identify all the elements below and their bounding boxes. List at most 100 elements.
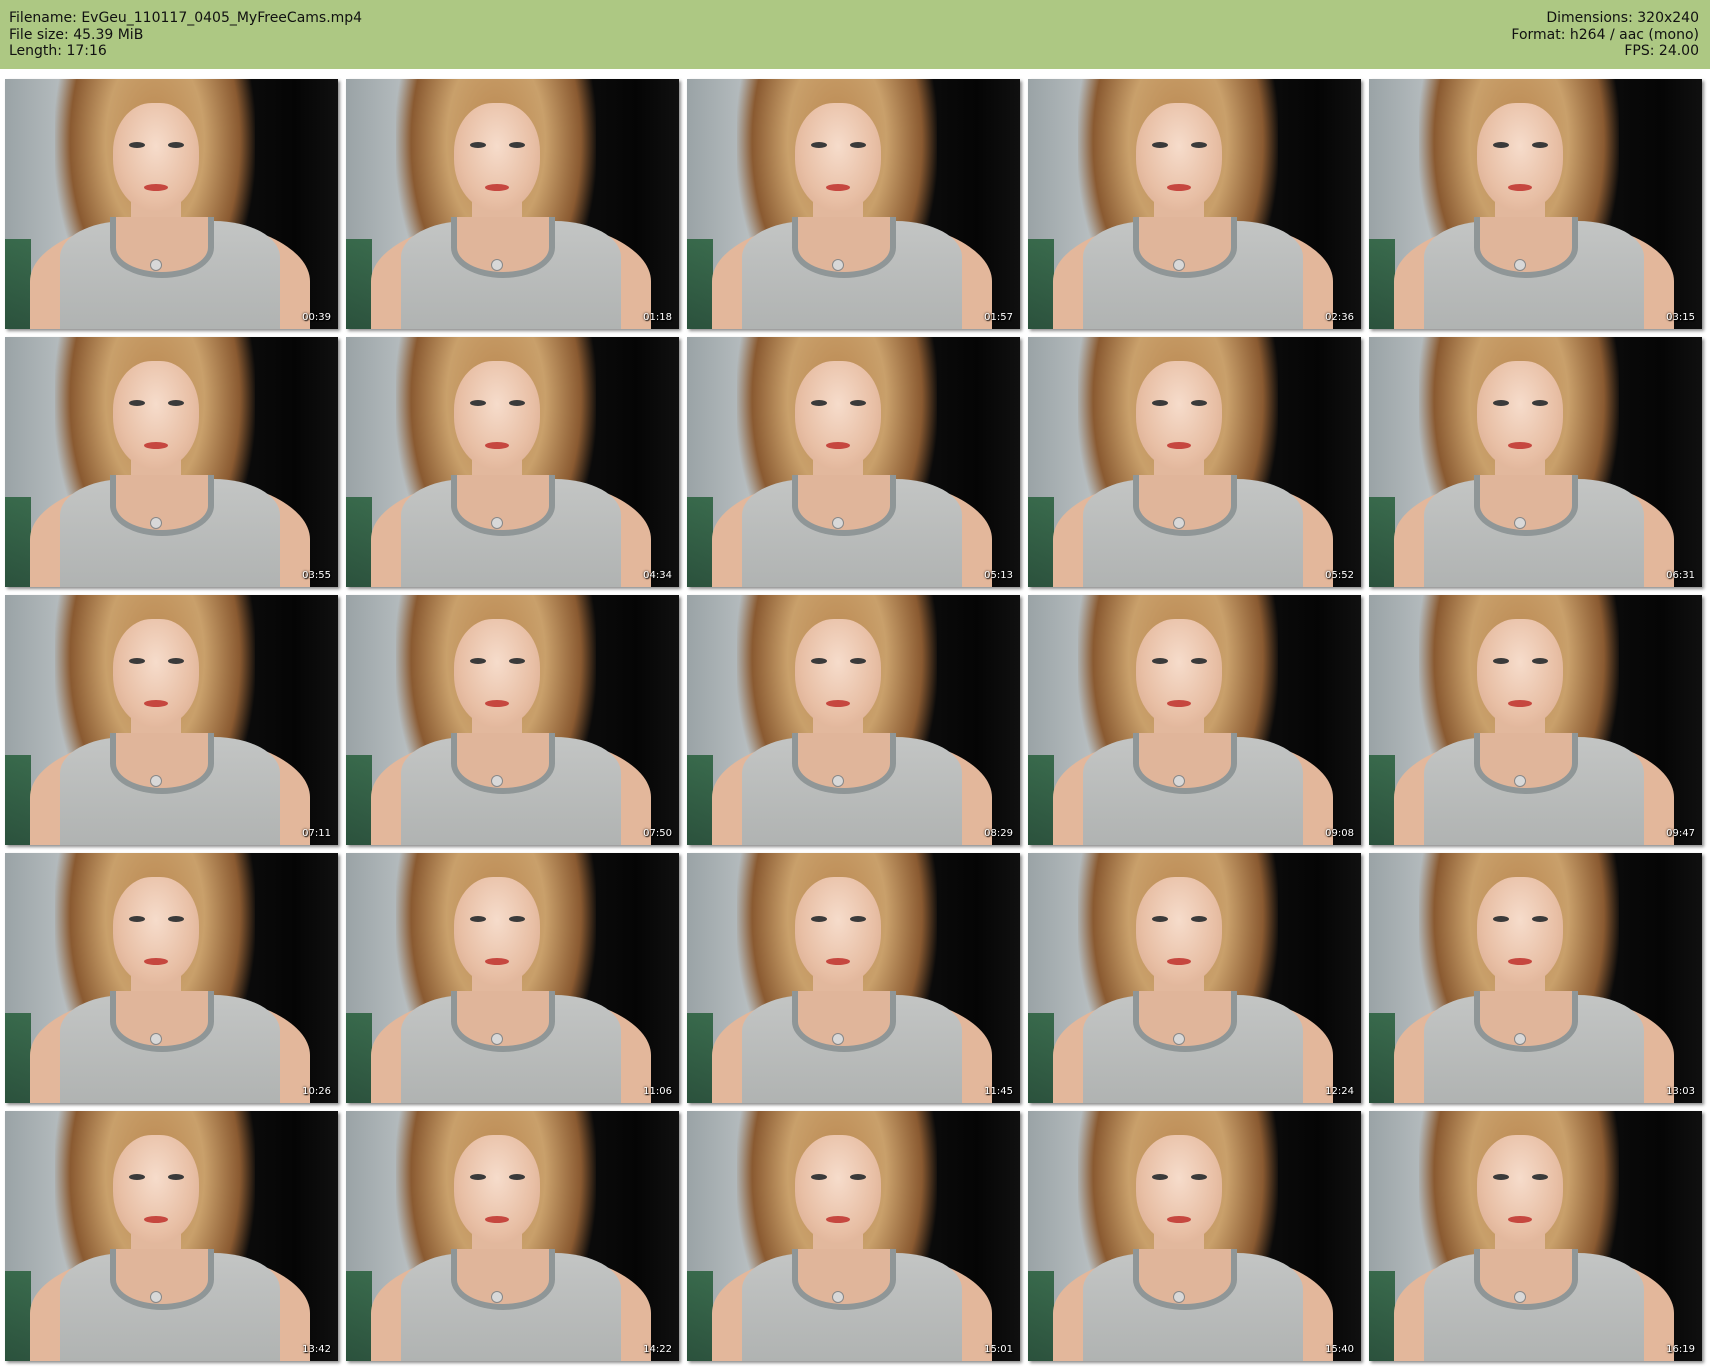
neckline	[792, 733, 896, 794]
face	[795, 877, 881, 985]
face	[1136, 103, 1222, 211]
neckline	[1474, 1249, 1578, 1310]
pendant-necklace	[150, 775, 162, 787]
face	[454, 619, 540, 727]
video-frame-thumbnail[interactable]: 06:31	[1369, 337, 1702, 587]
video-frame-thumbnail[interactable]: 12:24	[1028, 853, 1361, 1103]
dimensions-line: Dimensions: 320x240	[1511, 10, 1699, 27]
filesize-line: File size: 45.39 MiB	[9, 27, 362, 44]
face	[1477, 619, 1563, 727]
video-frame-thumbnail[interactable]: 16:19	[1369, 1111, 1702, 1361]
video-frame-thumbnail[interactable]: 03:15	[1369, 79, 1702, 329]
watermark-logo	[1691, 859, 1694, 868]
pendant-necklace	[1173, 517, 1185, 529]
frame-timestamp: 00:39	[302, 312, 331, 323]
video-frame-thumbnail[interactable]: 03:55	[5, 337, 338, 587]
video-frame-thumbnail[interactable]: 11:45	[687, 853, 1020, 1103]
watermark-logo	[327, 1117, 330, 1126]
length-value: 17:16	[66, 43, 107, 59]
video-frame-thumbnail[interactable]: 09:47	[1369, 595, 1702, 845]
chair-back	[346, 1013, 372, 1103]
pendant-necklace	[1514, 259, 1526, 271]
file-info: Filename: EvGeu_110117_0405_MyFreeCams.m…	[9, 10, 362, 60]
face	[1477, 877, 1563, 985]
watermark-logo	[1009, 859, 1012, 868]
filename-line: Filename: EvGeu_110117_0405_MyFreeCams.m…	[9, 10, 362, 27]
frame-timestamp: 07:11	[302, 828, 331, 839]
face	[454, 877, 540, 985]
right-eye	[509, 916, 525, 922]
video-frame-thumbnail[interactable]: 07:50	[346, 595, 679, 845]
neckline	[110, 733, 214, 794]
video-frame-thumbnail[interactable]: 00:39	[5, 79, 338, 329]
pendant-necklace	[832, 1291, 844, 1303]
video-frame-thumbnail[interactable]: 08:29	[687, 595, 1020, 845]
chair-back	[5, 1013, 31, 1103]
fps-value: 24.00	[1658, 43, 1699, 59]
video-frame-thumbnail[interactable]: 01:57	[687, 79, 1020, 329]
chair-back	[5, 497, 31, 587]
neckline	[451, 475, 555, 536]
neckline	[1474, 475, 1578, 536]
left-eye	[470, 142, 486, 148]
format-line: Format: h264 / aac (mono)	[1511, 27, 1699, 44]
right-eye	[1191, 142, 1207, 148]
left-eye	[129, 1174, 145, 1180]
frame-timestamp: 11:45	[984, 1086, 1013, 1097]
lips	[1167, 958, 1191, 965]
video-frame-thumbnail[interactable]: 05:13	[687, 337, 1020, 587]
right-eye	[168, 400, 184, 406]
video-frame-thumbnail[interactable]: 13:42	[5, 1111, 338, 1361]
frame-timestamp: 03:15	[1666, 312, 1695, 323]
video-frame-thumbnail[interactable]: 15:01	[687, 1111, 1020, 1361]
video-frame-thumbnail[interactable]: 07:11	[5, 595, 338, 845]
video-frame-thumbnail[interactable]: 01:18	[346, 79, 679, 329]
watermark-logo	[668, 601, 671, 610]
video-frame-thumbnail[interactable]: 11:06	[346, 853, 679, 1103]
lips	[1167, 184, 1191, 191]
neckline	[1133, 991, 1237, 1052]
lips	[144, 958, 168, 965]
chair-back	[1028, 1013, 1054, 1103]
chair-back	[5, 239, 31, 329]
watermark-logo	[1350, 859, 1353, 868]
chair-back	[1028, 239, 1054, 329]
neckline	[1133, 475, 1237, 536]
left-eye	[1493, 916, 1509, 922]
video-frame-thumbnail[interactable]: 04:34	[346, 337, 679, 587]
pendant-necklace	[832, 517, 844, 529]
video-frame-thumbnail[interactable]: 05:52	[1028, 337, 1361, 587]
lips	[1508, 958, 1532, 965]
video-frame-thumbnail[interactable]: 14:22	[346, 1111, 679, 1361]
pendant-necklace	[150, 1291, 162, 1303]
video-frame-thumbnail[interactable]: 10:26	[5, 853, 338, 1103]
pendant-necklace	[150, 259, 162, 271]
chair-back	[687, 497, 713, 587]
watermark-logo	[668, 85, 671, 94]
pendant-necklace	[1173, 1033, 1185, 1045]
video-frame-thumbnail[interactable]: 13:03	[1369, 853, 1702, 1103]
watermark-logo	[1009, 1117, 1012, 1126]
chair-back	[1028, 1271, 1054, 1361]
video-frame-thumbnail[interactable]: 02:36	[1028, 79, 1361, 329]
video-frame-thumbnail[interactable]: 15:40	[1028, 1111, 1361, 1361]
frame-timestamp: 10:26	[302, 1086, 331, 1097]
right-eye	[509, 400, 525, 406]
neckline	[451, 991, 555, 1052]
chair-back	[346, 497, 372, 587]
right-eye	[509, 658, 525, 664]
left-eye	[811, 1174, 827, 1180]
lips	[144, 184, 168, 191]
right-eye	[1532, 400, 1548, 406]
right-eye	[1532, 1174, 1548, 1180]
video-frame-thumbnail[interactable]: 09:08	[1028, 595, 1361, 845]
right-eye	[850, 400, 866, 406]
neckline	[792, 1249, 896, 1310]
watermark-logo	[1691, 601, 1694, 610]
left-eye	[811, 400, 827, 406]
pendant-necklace	[491, 1291, 503, 1303]
frame-timestamp: 16:19	[1666, 1344, 1695, 1355]
left-eye	[1493, 1174, 1509, 1180]
frame-timestamp: 08:29	[984, 828, 1013, 839]
face	[1136, 1135, 1222, 1243]
